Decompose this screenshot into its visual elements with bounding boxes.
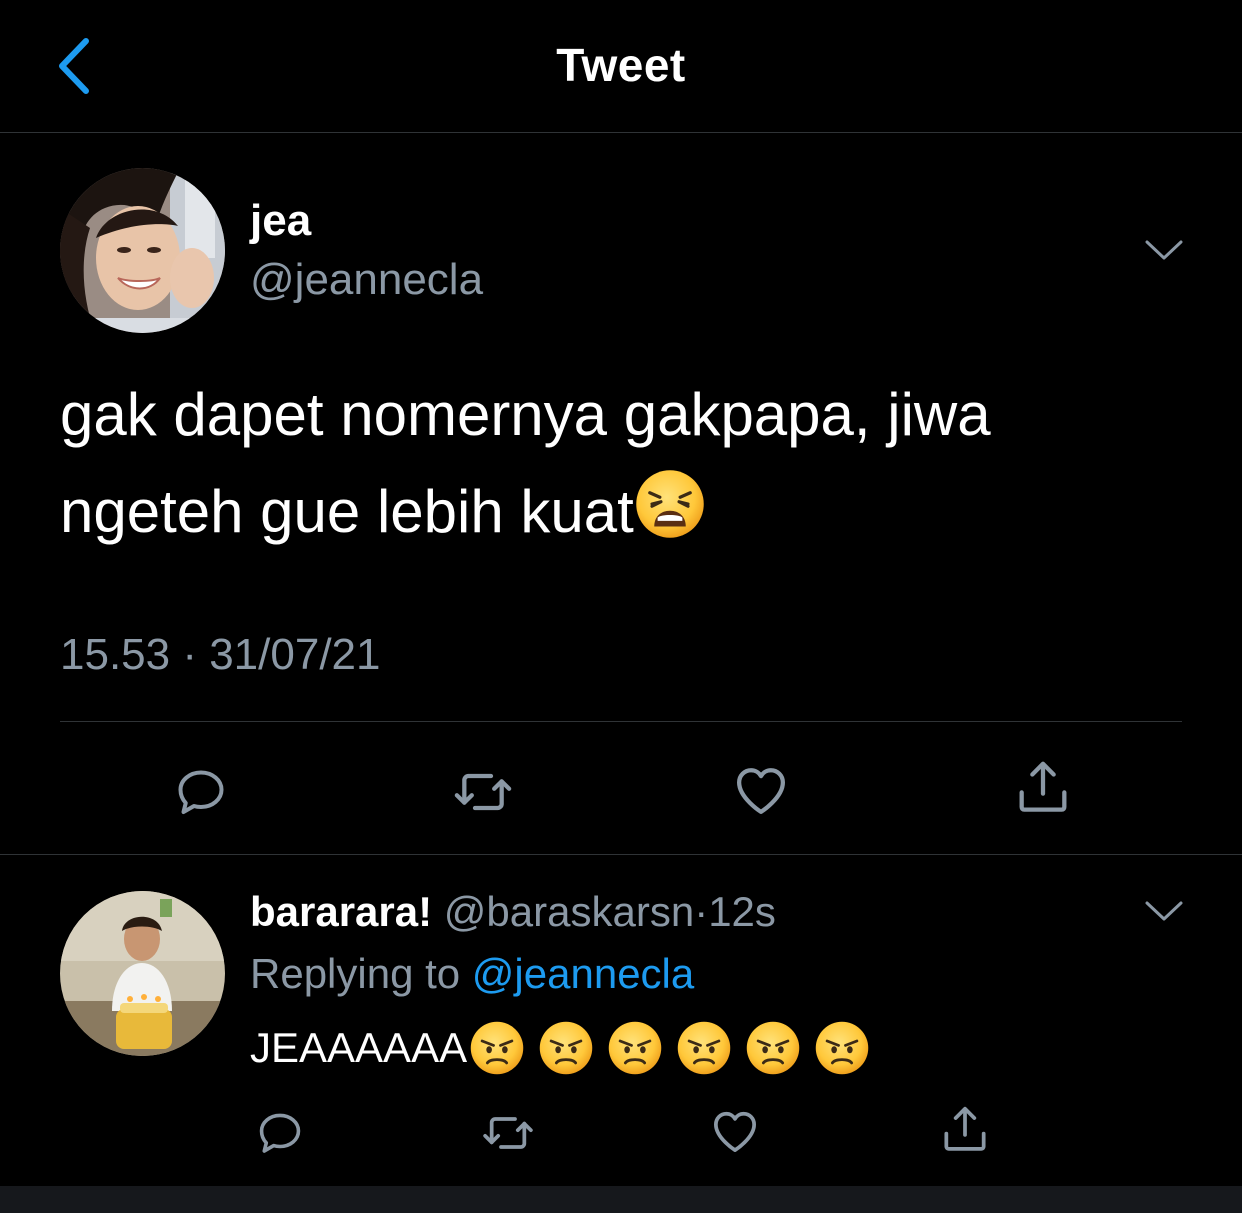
like-icon	[707, 1103, 763, 1159]
retweet-button[interactable]	[473, 1098, 543, 1168]
reply-icon	[253, 1106, 307, 1160]
reply-options-button[interactable]	[1140, 891, 1188, 931]
replying-to: Replying to @jeannecla	[250, 950, 694, 998]
angry-face-emoji	[469, 1020, 525, 1076]
angry-face-emoji	[676, 1020, 732, 1076]
page-title: Tweet	[556, 39, 686, 91]
nav-bar: Tweet	[0, 0, 1242, 133]
share-icon	[1011, 755, 1075, 819]
angry-face-emoji	[538, 1020, 594, 1076]
angry-face-emoji	[814, 1020, 870, 1076]
tweet-text-line: ngeteh gue lebih kuat	[60, 463, 1180, 560]
avatar[interactable]	[60, 168, 225, 333]
divider	[0, 854, 1242, 855]
like-icon	[729, 758, 793, 822]
display-name[interactable]: jea	[250, 196, 311, 246]
tweet-text-line: gak dapet nomernya gakpapa, jiwa	[60, 381, 991, 448]
mention-link[interactable]: @jeannecla	[472, 950, 694, 997]
reply-header: bararara! @baraskarsn·12s	[250, 888, 776, 936]
profile-photo-image	[60, 891, 225, 1056]
angry-face-emoji	[745, 1020, 801, 1076]
separator-dot: ·	[694, 888, 709, 935]
chevron-down-icon	[1145, 901, 1183, 921]
profile-photo-image	[60, 168, 225, 333]
chevron-down-icon	[1145, 240, 1183, 260]
reply-user-handle[interactable]: @baraskarsn	[444, 888, 694, 935]
tweet-text: gak dapet nomernya gakpapa, jiwa ngeteh …	[60, 366, 1180, 560]
like-button[interactable]	[700, 1096, 770, 1166]
retweet-icon	[480, 1105, 536, 1161]
retweet-icon	[451, 760, 515, 824]
reply-icon	[171, 762, 231, 822]
reply-button[interactable]	[166, 757, 236, 827]
share-button[interactable]	[1008, 752, 1078, 822]
tweet-text-segment: ngeteh gue lebih kuat	[60, 478, 634, 545]
share-icon	[937, 1101, 993, 1157]
reply-time: 12s	[708, 888, 776, 935]
reply-button[interactable]	[245, 1098, 315, 1168]
bottom-bar	[0, 1186, 1242, 1213]
tweet-timestamp: 15.53 · 31/07/21	[60, 630, 381, 679]
avatar[interactable]	[60, 891, 225, 1056]
replying-to-label: Replying to	[250, 950, 461, 997]
reply-text-content: JEAAAAAA	[250, 1024, 468, 1071]
tweet-options-button[interactable]	[1140, 230, 1188, 270]
reply-display-name[interactable]: bararara!	[250, 888, 432, 935]
reply-text: JEAAAAAA	[250, 1020, 870, 1076]
like-button[interactable]	[726, 755, 796, 825]
user-handle[interactable]: @jeannecla	[250, 255, 483, 305]
retweet-button[interactable]	[448, 757, 518, 827]
angry-face-emoji	[607, 1020, 663, 1076]
weary-face-emoji	[634, 468, 706, 540]
divider	[60, 721, 1182, 722]
share-button[interactable]	[930, 1094, 1000, 1164]
